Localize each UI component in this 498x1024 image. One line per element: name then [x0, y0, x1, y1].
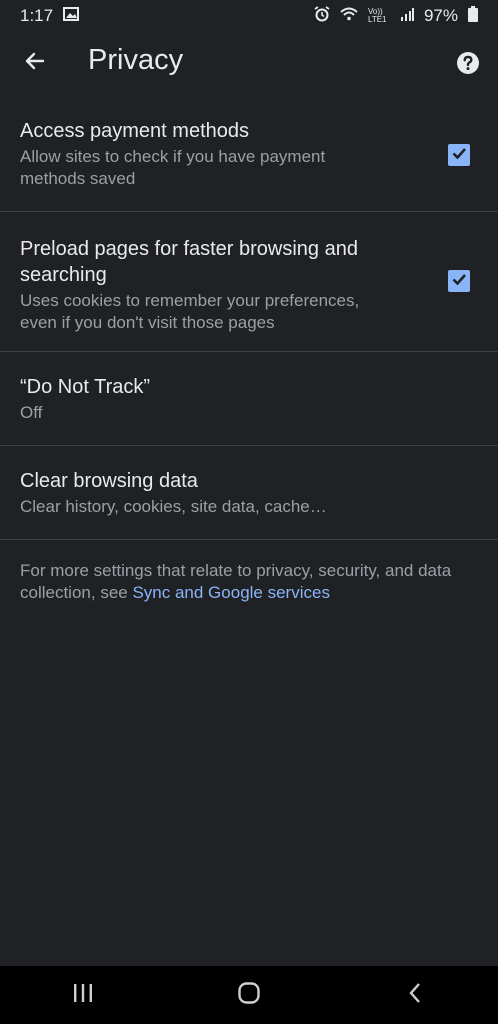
nav-back-button[interactable] [385, 975, 445, 1015]
status-right: Vo)) LTE1 97% [314, 5, 478, 27]
wifi-icon [340, 6, 358, 26]
recents-icon [72, 983, 94, 1008]
system-nav-bar [0, 966, 498, 1024]
help-icon [456, 52, 480, 79]
payment-methods-checkbox[interactable] [448, 144, 470, 166]
volte-label: Vo)) LTE1 [367, 7, 387, 24]
status-time: 1:17 [20, 6, 54, 25]
recents-button[interactable] [53, 975, 113, 1015]
setting-subtitle: Off [20, 403, 43, 422]
settings-list: Access payment methods Allow sites to ch… [0, 104, 498, 540]
setting-subtitle: Allow sites to check if you have payment… [20, 147, 326, 188]
preload-pages-checkbox[interactable] [448, 270, 470, 292]
page-title: Privacy [88, 44, 184, 76]
setting-do-not-track[interactable]: “Do Not Track” Off [0, 352, 498, 446]
checkmark-icon [450, 144, 468, 167]
status-left: 1:17 [20, 6, 80, 26]
battery-percent: 97% [423, 6, 458, 25]
back-button[interactable] [18, 46, 52, 80]
setting-title: Access payment methods [20, 120, 249, 142]
battery-icon [468, 5, 478, 27]
gallery-notification-icon [63, 6, 80, 26]
home-button[interactable] [219, 975, 279, 1015]
setting-access-payment-methods[interactable]: Access payment methods Allow sites to ch… [0, 104, 498, 212]
app-bar: Privacy [0, 32, 498, 96]
setting-subtitle: Uses cookies to remember your preference… [20, 291, 360, 332]
home-icon [237, 981, 261, 1010]
alarm-icon [314, 5, 330, 27]
setting-title: Clear browsing data [20, 470, 198, 492]
sync-google-services-link[interactable]: Sync and Google services [132, 583, 330, 602]
setting-subtitle: Clear history, cookies, site data, cache… [20, 497, 327, 516]
setting-clear-browsing-data[interactable]: Clear browsing data Clear history, cooki… [0, 446, 498, 540]
setting-title: Preload pages for faster browsing and se… [20, 238, 358, 286]
setting-title: “Do Not Track” [20, 376, 151, 398]
status-bar: 1:17 Vo)) LTE1 97% [0, 0, 498, 32]
footer-note: For more settings that relate to privacy… [20, 560, 470, 604]
nav-back-icon [407, 982, 423, 1009]
arrow-back-icon [23, 49, 47, 78]
signal-icon [400, 6, 414, 26]
setting-preload-pages[interactable]: Preload pages for faster browsing and se… [0, 212, 498, 352]
checkmark-icon [450, 270, 468, 293]
help-button[interactable] [456, 51, 480, 75]
